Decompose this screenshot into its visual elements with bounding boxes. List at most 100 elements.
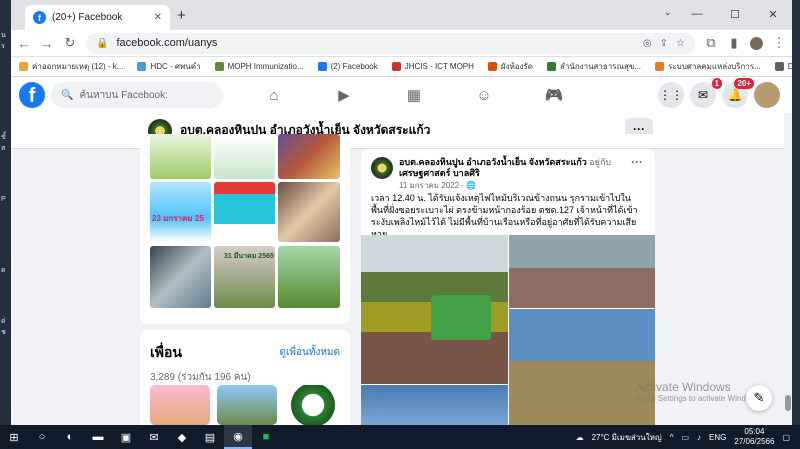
post-photo[interactable] xyxy=(361,385,508,425)
bookmark-label: สำนักงานสาธารณสุข... xyxy=(559,62,642,71)
language-indicator[interactable]: ENG xyxy=(709,433,726,442)
photo-thumbnail[interactable] xyxy=(278,134,340,179)
photo-thumbnail[interactable] xyxy=(214,182,275,242)
profile-avatar[interactable] xyxy=(750,36,763,50)
tab-search-icon[interactable]: ⌄ xyxy=(664,7,672,18)
bookmark-item[interactable]: HDC - ศพนคำ xyxy=(137,60,201,73)
gaming-icon[interactable]: 🎮 xyxy=(519,77,589,113)
volume-icon[interactable]: ♪ xyxy=(697,433,701,442)
photo-thumbnail[interactable]: 31 มีนาคม 2565 xyxy=(214,246,275,308)
photo-caption: 23 มกราคม 25 xyxy=(152,214,204,223)
page-scrollbar[interactable] xyxy=(784,113,792,425)
post-tagged-user[interactable]: เศรษฐศาสตร์ บาลศิริ xyxy=(399,168,480,178)
side-panel-icon[interactable]: ▮ xyxy=(727,35,741,51)
store-icon[interactable]: ▣ xyxy=(112,425,140,449)
bookmark-item[interactable]: ระบบศาลคมแหล่งบริการ... xyxy=(655,60,761,73)
bookmark-favicon-icon xyxy=(546,62,556,71)
photos-icon[interactable]: ◆ xyxy=(168,425,196,449)
post-photo[interactable] xyxy=(509,235,655,308)
search-placeholder: ค้นหาบน Facebook: xyxy=(79,89,168,101)
photo-thumbnail[interactable]: 23 มกราคม 25 xyxy=(150,182,211,242)
friend-thumbnail[interactable] xyxy=(217,385,277,425)
search-icon[interactable]: ○ xyxy=(28,425,56,449)
tab-bar: f (20+) Facebook ✕ + ⌄ — ☐ ✕ xyxy=(11,0,792,30)
post-card: อบต.คลองหินปูน อำเภอวังน้ำเย็น จังหวัดสร… xyxy=(361,149,655,425)
friends-count: 3,289 (ร่วมกัน 196 คน) xyxy=(150,372,251,383)
windows-start-icon[interactable]: ⊞ xyxy=(0,425,28,449)
edge-icon[interactable]: ◐ xyxy=(56,425,84,449)
new-tab-icon[interactable]: + xyxy=(177,7,186,24)
home-icon[interactable]: ⌂ xyxy=(239,77,309,113)
chrome-icon[interactable]: ◉ xyxy=(224,425,252,449)
close-window-icon[interactable]: ✕ xyxy=(754,0,792,28)
notifications-icon[interactable]: 🔔 20+ xyxy=(722,78,754,108)
maximize-icon[interactable]: ☐ xyxy=(716,0,754,28)
weather-icon[interactable]: ☁ xyxy=(576,433,584,442)
post-author[interactable]: อบต.คลองหินปูน อำเภอวังน้ำเย็น จังหวัดสร… xyxy=(399,157,587,167)
new-message-button[interactable]: ✎ xyxy=(746,385,772,411)
mail-icon[interactable]: ✉ xyxy=(140,425,168,449)
friend-thumbnail[interactable] xyxy=(150,385,210,425)
bookmark-item[interactable]: ผังห้องรัด xyxy=(487,60,533,73)
reload-icon[interactable]: ↻ xyxy=(63,35,77,51)
bookmark-label: ระบบศาลคมแหล่งบริการ... xyxy=(668,62,761,71)
bookmark-label: HDC - ศพนคำ xyxy=(150,62,201,71)
bookmark-label: DLA_WASTE : INFO... xyxy=(788,62,792,71)
search-icon: 🔍 xyxy=(61,89,74,101)
bookmark-favicon-icon xyxy=(317,62,327,71)
friend-thumbnail[interactable] xyxy=(283,385,343,425)
notification-center-icon[interactable]: ▢ xyxy=(782,433,790,442)
bookmark-item[interactable]: DLA_WASTE : INFO... xyxy=(774,62,792,71)
account-avatar[interactable] xyxy=(754,82,780,108)
bookmark-item[interactable]: สำนักงานสาธารณสุข... xyxy=(546,60,642,73)
marketplace-icon[interactable]: ▦ xyxy=(379,77,449,113)
menu-grid-icon[interactable]: ⋮⋮ xyxy=(658,82,684,108)
menu-icon[interactable]: ⋮ xyxy=(772,35,786,51)
bookmark-label: ผังห้องรัด xyxy=(500,62,533,71)
facebook-search-input[interactable]: 🔍 ค้นหาบน Facebook: xyxy=(51,82,223,108)
scrollbar-thumb[interactable] xyxy=(785,395,791,411)
forward-icon[interactable]: → xyxy=(40,36,54,51)
post-more-icon[interactable]: ··· xyxy=(631,155,643,169)
bookmark-favicon-icon xyxy=(391,62,401,71)
post-timestamp[interactable]: 11 มกราคม 2022 · xyxy=(399,181,466,190)
network-icon[interactable]: ▭ xyxy=(681,433,689,442)
photo-thumbnail[interactable] xyxy=(278,246,340,308)
watch-icon[interactable]: ▶ xyxy=(309,77,379,113)
lock-icon[interactable]: 🔒 xyxy=(96,38,108,49)
photo-thumbnail[interactable] xyxy=(150,246,211,308)
url-text[interactable]: facebook.com/uanys xyxy=(116,37,634,49)
photo-thumbnail[interactable] xyxy=(278,182,340,242)
clock-time: 05:04 xyxy=(744,427,765,436)
photo-thumbnail[interactable] xyxy=(150,134,211,179)
clock[interactable]: 05:04 27/06/2566 xyxy=(734,427,774,447)
bookmark-item[interactable]: ค่าออกหมายเหตุ (12) - k... xyxy=(19,60,123,73)
bookmark-item[interactable]: JHCIS - ICT MOPH xyxy=(391,62,474,71)
photo-thumbnail[interactable] xyxy=(214,134,275,179)
weather-text[interactable]: 27°C มีเมฆส่วนใหญ่ xyxy=(592,431,662,444)
minimize-icon[interactable]: — xyxy=(678,0,716,28)
post-photo[interactable] xyxy=(509,309,655,425)
google-lens-icon[interactable]: ◎ xyxy=(643,38,652,49)
browser-window: f (20+) Facebook ✕ + ⌄ — ☐ ✕ ← → ↻ 🔒 fac… xyxy=(11,0,792,425)
address-bar[interactable]: 🔒 facebook.com/uanys ◎ ⇪ ☆ xyxy=(86,32,695,54)
bookmark-item[interactable]: (2) Facebook xyxy=(317,62,378,71)
messenger-icon[interactable]: ✉ 1 xyxy=(690,78,722,108)
post-photo[interactable] xyxy=(361,235,508,384)
facebook-logo-icon[interactable]: f xyxy=(19,82,45,108)
extensions-icon[interactable]: ⧉ xyxy=(704,35,718,51)
groups-icon[interactable]: ☺ xyxy=(449,77,519,113)
back-icon[interactable]: ← xyxy=(17,36,31,51)
tray-chevron-icon[interactable]: ^ xyxy=(670,433,674,442)
bookmark-item[interactable]: MOPH Immunizatio... xyxy=(214,62,304,71)
browser-tab[interactable]: f (20+) Facebook ✕ xyxy=(25,5,170,30)
post-author-avatar[interactable] xyxy=(371,157,393,179)
see-all-friends-link[interactable]: ดูเพื่อนทั้งหมด xyxy=(280,345,341,360)
close-tab-icon[interactable]: ✕ xyxy=(154,12,162,23)
app-icon[interactable]: ▤ xyxy=(196,425,224,449)
bookmark-favicon-icon xyxy=(655,62,665,71)
share-icon[interactable]: ⇪ xyxy=(660,38,668,49)
bookmark-star-icon[interactable]: ☆ xyxy=(676,38,685,49)
line-icon[interactable]: ■ xyxy=(252,425,280,449)
file-explorer-icon[interactable]: ▬ xyxy=(84,425,112,449)
